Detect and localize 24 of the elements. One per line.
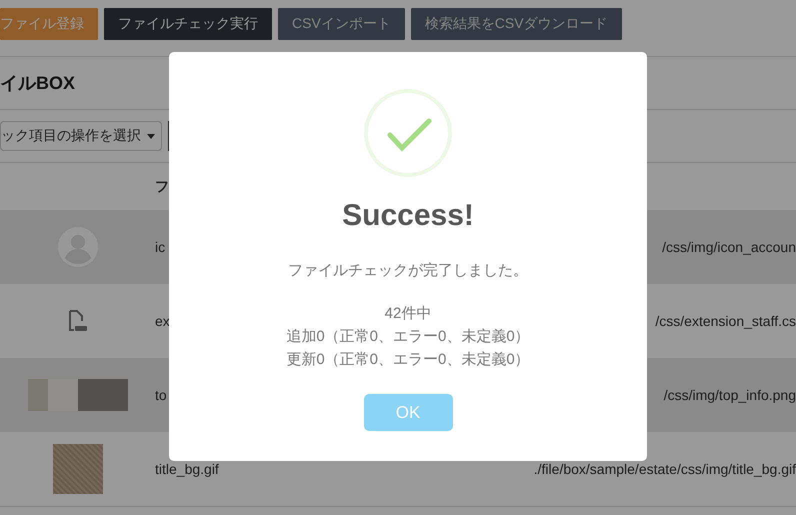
bulk-action-dropdown[interactable]: ック項目の操作を選択	[0, 121, 162, 151]
toolbar-button[interactable]: 検索結果をCSVダウンロード	[410, 8, 622, 40]
column-header: フ	[155, 178, 169, 196]
texture-placeholder	[52, 444, 102, 494]
file-path: ./file/box/sample/estate/css/img/title_bg.gif	[532, 461, 796, 477]
result-line: 42件中	[384, 304, 432, 323]
caret-icon	[147, 134, 155, 138]
toolbar-button[interactable]: ファイルチェック実行	[104, 8, 272, 40]
file-name: to	[155, 387, 168, 403]
toolbar-button[interactable]: CSVインポート	[278, 8, 405, 40]
result-line: 更新0（正常0、エラー0、未定義0）	[286, 350, 530, 369]
ok-button[interactable]: OK	[364, 394, 452, 431]
file-name: ic	[155, 239, 166, 255]
file-name: ex	[155, 313, 171, 329]
file-icon	[68, 310, 88, 332]
page-title: イルBOX	[0, 72, 76, 95]
dialog-message: ファイルチェックが完了しました。	[288, 261, 528, 280]
result-line: 追加0（正常0、エラー0、未定義0）	[286, 327, 530, 346]
toolbar-button[interactable]: ファイル登録	[0, 8, 98, 40]
file-name: title_bg.gif	[155, 461, 220, 477]
check-icon	[364, 89, 452, 177]
file-path: /css/img/icon_accoun	[661, 239, 796, 255]
file-path: /css/img/top_info.png	[662, 387, 796, 403]
dialog-title: Success!	[342, 199, 474, 233]
